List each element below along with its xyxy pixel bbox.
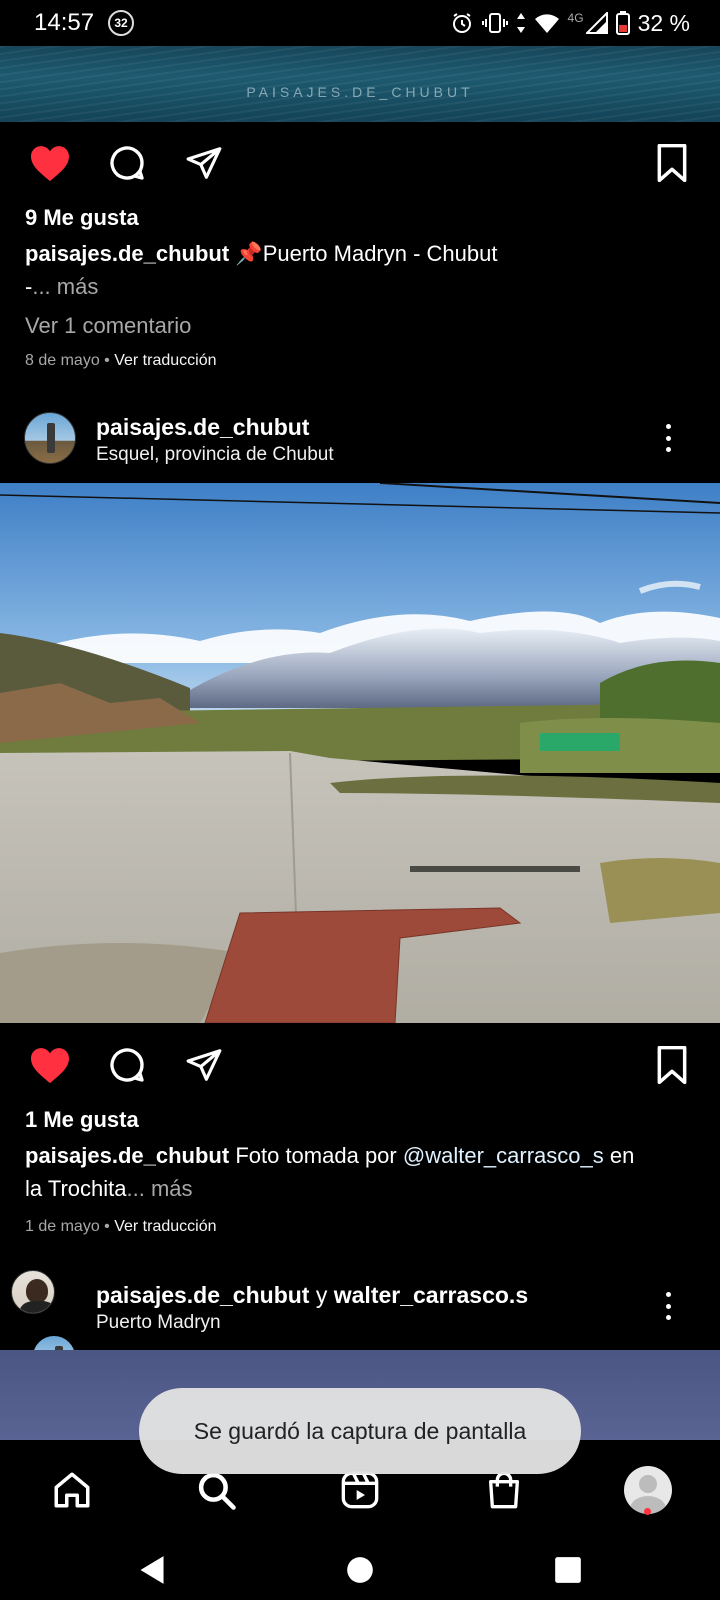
caption-more-link[interactable]: ... más [32, 274, 98, 299]
battery-icon [615, 11, 630, 35]
vibrate-icon [481, 13, 508, 33]
post-meta: 8 de mayo • Ver traducción [25, 352, 217, 369]
image-watermark: PAISAJES.DE_CHUBUT [246, 84, 474, 100]
alarm-icon [452, 13, 471, 33]
screenshot-saved-toast: Se guardó la captura de pantalla [139, 1388, 581, 1474]
notification-count-badge: 32 [108, 10, 135, 36]
wifi-icon [534, 14, 559, 33]
back-icon[interactable] [132, 1552, 172, 1588]
view-comments-link[interactable]: Ver 1 comentario [25, 313, 705, 339]
previous-post-actions [0, 128, 720, 198]
comment-icon[interactable] [105, 141, 149, 185]
home-circle-icon[interactable] [340, 1552, 380, 1588]
previous-post-image[interactable]: PAISAJES.DE_CHUBUT [0, 46, 720, 122]
caption-line-2: la Trochita [25, 1176, 127, 1201]
post-photo[interactable] [0, 483, 720, 1023]
share-send-icon[interactable] [182, 1043, 226, 1087]
collab-username-1[interactable]: paisajes.de_chubut [96, 1282, 309, 1308]
post-caption: paisajes.de_chubut 📌Puerto Madryn - Chub… [25, 237, 705, 303]
see-translation-link[interactable]: Ver traducción [114, 352, 216, 369]
post-location[interactable]: Esquel, provincia de Chubut [96, 444, 334, 466]
next-post-header: paisajes.de_chubut y walter_carrasco.s P… [0, 1268, 720, 1380]
author-avatar[interactable] [24, 412, 76, 464]
caption-text-2: en [603, 1143, 635, 1168]
network-type-label: 4G [567, 11, 584, 25]
like-heart-icon[interactable] [28, 141, 72, 185]
collab-connector: y [309, 1282, 334, 1308]
post-meta: 1 de mayo • Ver traducción [25, 1218, 217, 1235]
post-location[interactable]: Puerto Madryn [96, 1312, 221, 1334]
post-actions [0, 1030, 720, 1100]
like-heart-icon[interactable] [28, 1043, 72, 1087]
signal-icon [585, 12, 608, 34]
post-caption: paisajes.de_chubut Foto tomada por @walt… [25, 1139, 705, 1205]
caption-more-link[interactable]: ... más [127, 1176, 193, 1201]
caption-username[interactable]: paisajes.de_chubut [25, 241, 229, 266]
collab-username-2[interactable]: walter_carrasco.s [334, 1282, 528, 1308]
battery-percent: 32 % [637, 9, 690, 36]
save-bookmark-icon[interactable] [650, 1043, 694, 1087]
status-time: 14:57 [34, 9, 95, 36]
recents-square-icon[interactable] [548, 1552, 588, 1588]
status-bar: 14:57 32 4G 32 % [0, 0, 720, 46]
share-send-icon[interactable] [182, 141, 226, 185]
caption-username[interactable]: paisajes.de_chubut [25, 1143, 229, 1168]
caption-mention[interactable]: @walter_carrasco_s [403, 1143, 604, 1168]
comment-icon[interactable] [105, 1043, 149, 1087]
author-username[interactable]: paisajes.de_chubut [96, 414, 309, 441]
data-arrows-icon [516, 13, 525, 33]
home-icon[interactable] [40, 1458, 104, 1522]
like-count[interactable]: 9 Me gusta [25, 205, 705, 231]
post-date: 1 de mayo [25, 1218, 100, 1235]
collab-avatar-person[interactable] [11, 1270, 55, 1314]
see-translation-link[interactable]: Ver traducción [114, 1218, 216, 1235]
profile-notification-dot [644, 1508, 651, 1515]
post-date: 8 de mayo [25, 352, 100, 369]
save-bookmark-icon[interactable] [650, 141, 694, 185]
like-count[interactable]: 1 Me gusta [25, 1107, 705, 1133]
caption-text: Foto tomada por [235, 1143, 397, 1168]
more-options-icon[interactable] [656, 1286, 680, 1326]
collab-usernames: paisajes.de_chubut y walter_carrasco.s [96, 1282, 528, 1309]
caption-text: 📌Puerto Madryn - Chubut [235, 241, 498, 266]
system-navigation-bar [0, 1540, 720, 1600]
more-options-icon[interactable] [656, 418, 680, 458]
post-header: paisajes.de_chubut Esquel, provincia de … [0, 400, 720, 480]
